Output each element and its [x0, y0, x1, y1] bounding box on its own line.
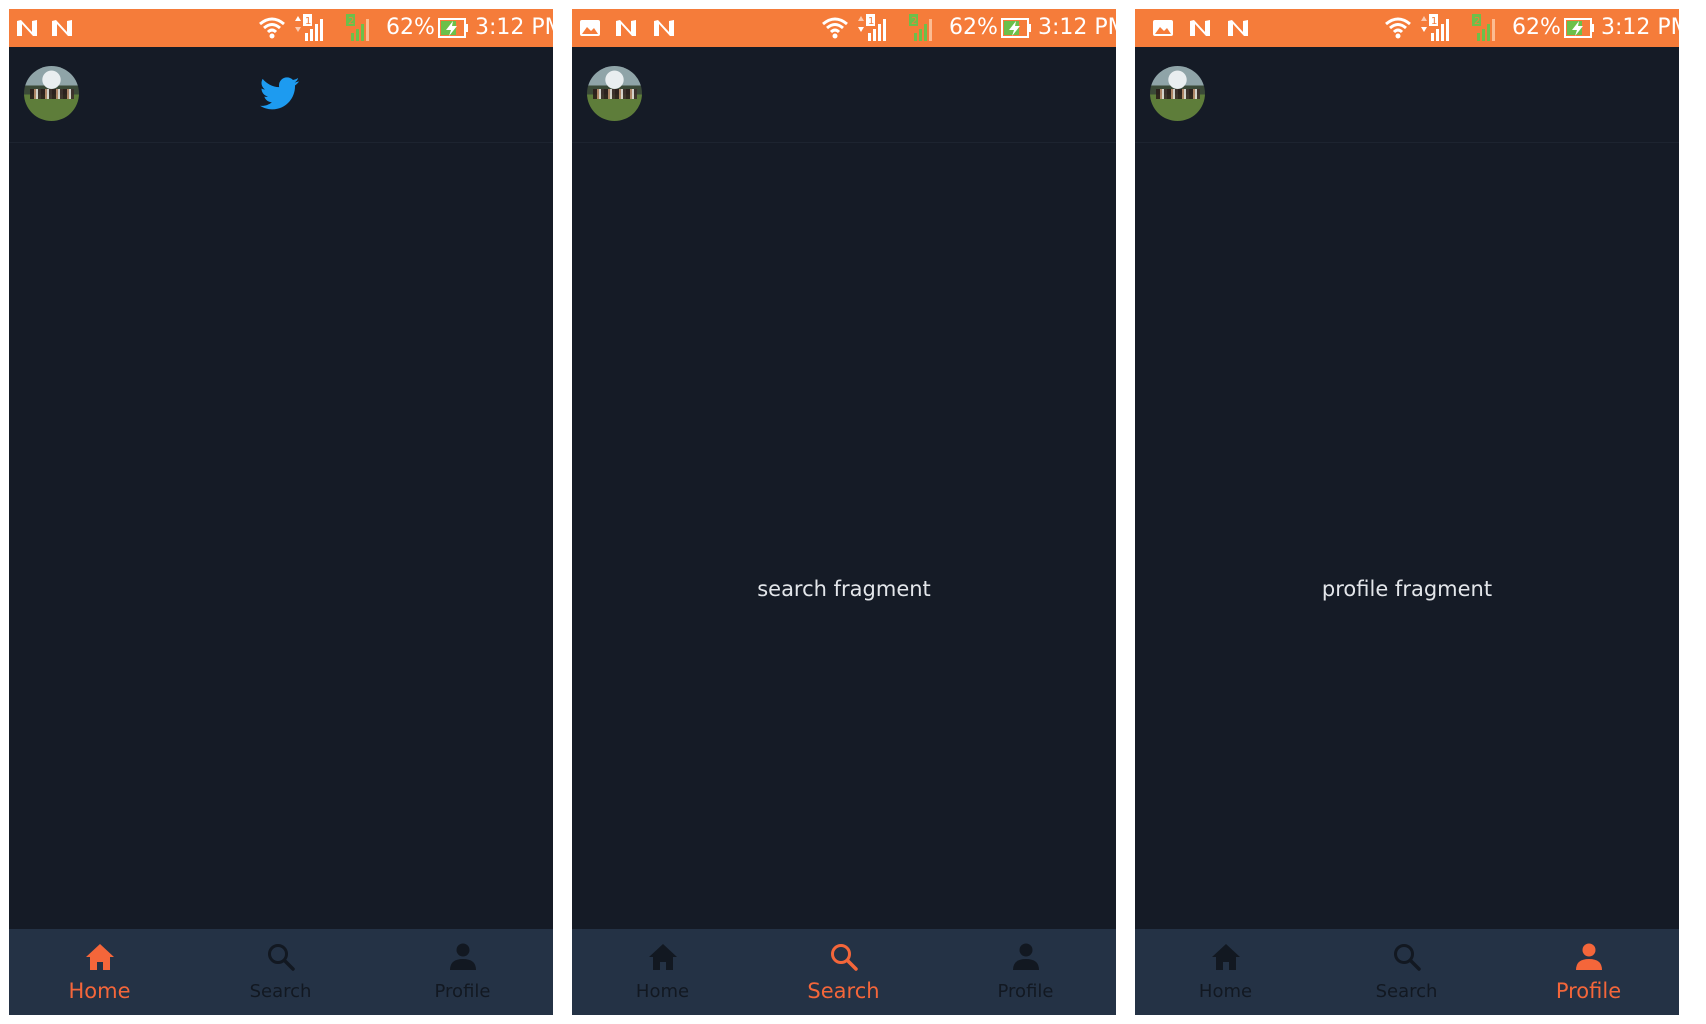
phone-screen-profile: 1 2 62% 3:12 PM profile fragment Home [1135, 9, 1679, 1015]
search-icon [1393, 944, 1421, 971]
search-icon [830, 944, 858, 971]
app-bar [572, 47, 1116, 143]
nav-label-profile: Profile [997, 981, 1054, 1002]
svg-text:2: 2 [348, 16, 354, 27]
clock: 3:12 PM [475, 15, 553, 40]
signal-icon: 2 [346, 14, 369, 41]
nav-label-search: Search [249, 981, 312, 1002]
nav-label-profile: Profile [1555, 979, 1622, 1003]
n-notification-icon [17, 20, 37, 36]
search-fragment: search fragment [572, 143, 1116, 929]
status-bar: 1 2 62% 3:12 PM [1135, 9, 1679, 47]
nav-profile[interactable]: Profile [372, 929, 553, 1015]
battery-charging-icon [1001, 18, 1031, 38]
nav-home[interactable]: Home [572, 929, 753, 1015]
fragment-text: profile fragment [1321, 577, 1493, 601]
signal-icon: 1 [295, 14, 323, 41]
nav-label-home: Home [68, 979, 131, 1003]
wifi-icon [259, 17, 285, 39]
wifi-icon [1385, 17, 1411, 39]
nav-home[interactable]: Home [1135, 929, 1316, 1015]
svg-text:1: 1 [868, 16, 874, 27]
n-notification-icon [52, 20, 72, 36]
profile-fragment: profile fragment [1135, 143, 1679, 929]
nav-label-search: Search [807, 979, 880, 1003]
svg-text:1: 1 [1431, 16, 1437, 27]
avatar[interactable] [24, 66, 79, 121]
profile-icon [1012, 943, 1039, 970]
fragment-text: search fragment [757, 577, 931, 601]
nav-label-home: Home [635, 981, 690, 1002]
nav-home[interactable]: Home [9, 929, 190, 1015]
nav-profile[interactable]: Profile [935, 929, 1116, 1015]
twitter-bird-icon [260, 77, 300, 110]
battery-percent: 62% [386, 15, 435, 40]
nav-search[interactable]: Search [753, 929, 934, 1015]
n-notification-icon [616, 20, 636, 36]
nav-label-home: Home [1198, 981, 1253, 1002]
clock: 3:12 PM [1601, 15, 1679, 40]
status-bar: 1 2 62% 3:12 PM [9, 9, 553, 47]
phone-screen-home: 1 2 62% 3:12 PM Home [9, 9, 553, 1015]
app-bar [9, 47, 553, 143]
image-notification-icon [1153, 20, 1173, 36]
battery-charging-icon [438, 18, 468, 38]
app-bar [1135, 47, 1679, 143]
svg-text:2: 2 [911, 16, 917, 27]
home-icon [1211, 944, 1240, 970]
nav-label-search: Search [1375, 981, 1438, 1002]
avatar[interactable] [587, 66, 642, 121]
signal-icon: 2 [1472, 14, 1495, 41]
svg-text:2: 2 [1474, 16, 1480, 27]
nav-profile[interactable]: Profile [1498, 929, 1679, 1015]
n-notification-icon [1228, 20, 1248, 36]
profile-icon [1575, 943, 1602, 970]
n-notification-icon [1190, 20, 1210, 36]
search-icon [267, 944, 295, 971]
avatar[interactable] [1150, 66, 1205, 121]
wifi-icon [822, 17, 848, 39]
home-icon [648, 944, 677, 970]
home-icon [85, 944, 114, 970]
bottom-navigation: Home Search Profile [1135, 929, 1679, 1015]
profile-icon [449, 943, 476, 970]
image-notification-icon [580, 20, 600, 36]
battery-percent: 62% [1512, 15, 1561, 40]
battery-charging-icon [1564, 18, 1594, 38]
battery-percent: 62% [949, 15, 998, 40]
signal-icon: 1 [1421, 14, 1449, 41]
svg-text:1: 1 [305, 16, 311, 27]
home-fragment [9, 143, 553, 929]
nav-label-profile: Profile [434, 981, 491, 1002]
status-bar: 1 2 62% 3:12 PM [572, 9, 1116, 47]
bottom-navigation: Home Search Profile [572, 929, 1116, 1015]
signal-icon: 1 [858, 14, 886, 41]
nav-search[interactable]: Search [190, 929, 371, 1015]
signal-icon: 2 [909, 14, 932, 41]
clock: 3:12 PM [1038, 15, 1116, 40]
nav-search[interactable]: Search [1316, 929, 1497, 1015]
phone-screen-search: 1 2 62% 3:12 PM search fragment Home [572, 9, 1116, 1015]
bottom-navigation: Home Search Profile [9, 929, 553, 1015]
n-notification-icon [654, 20, 674, 36]
